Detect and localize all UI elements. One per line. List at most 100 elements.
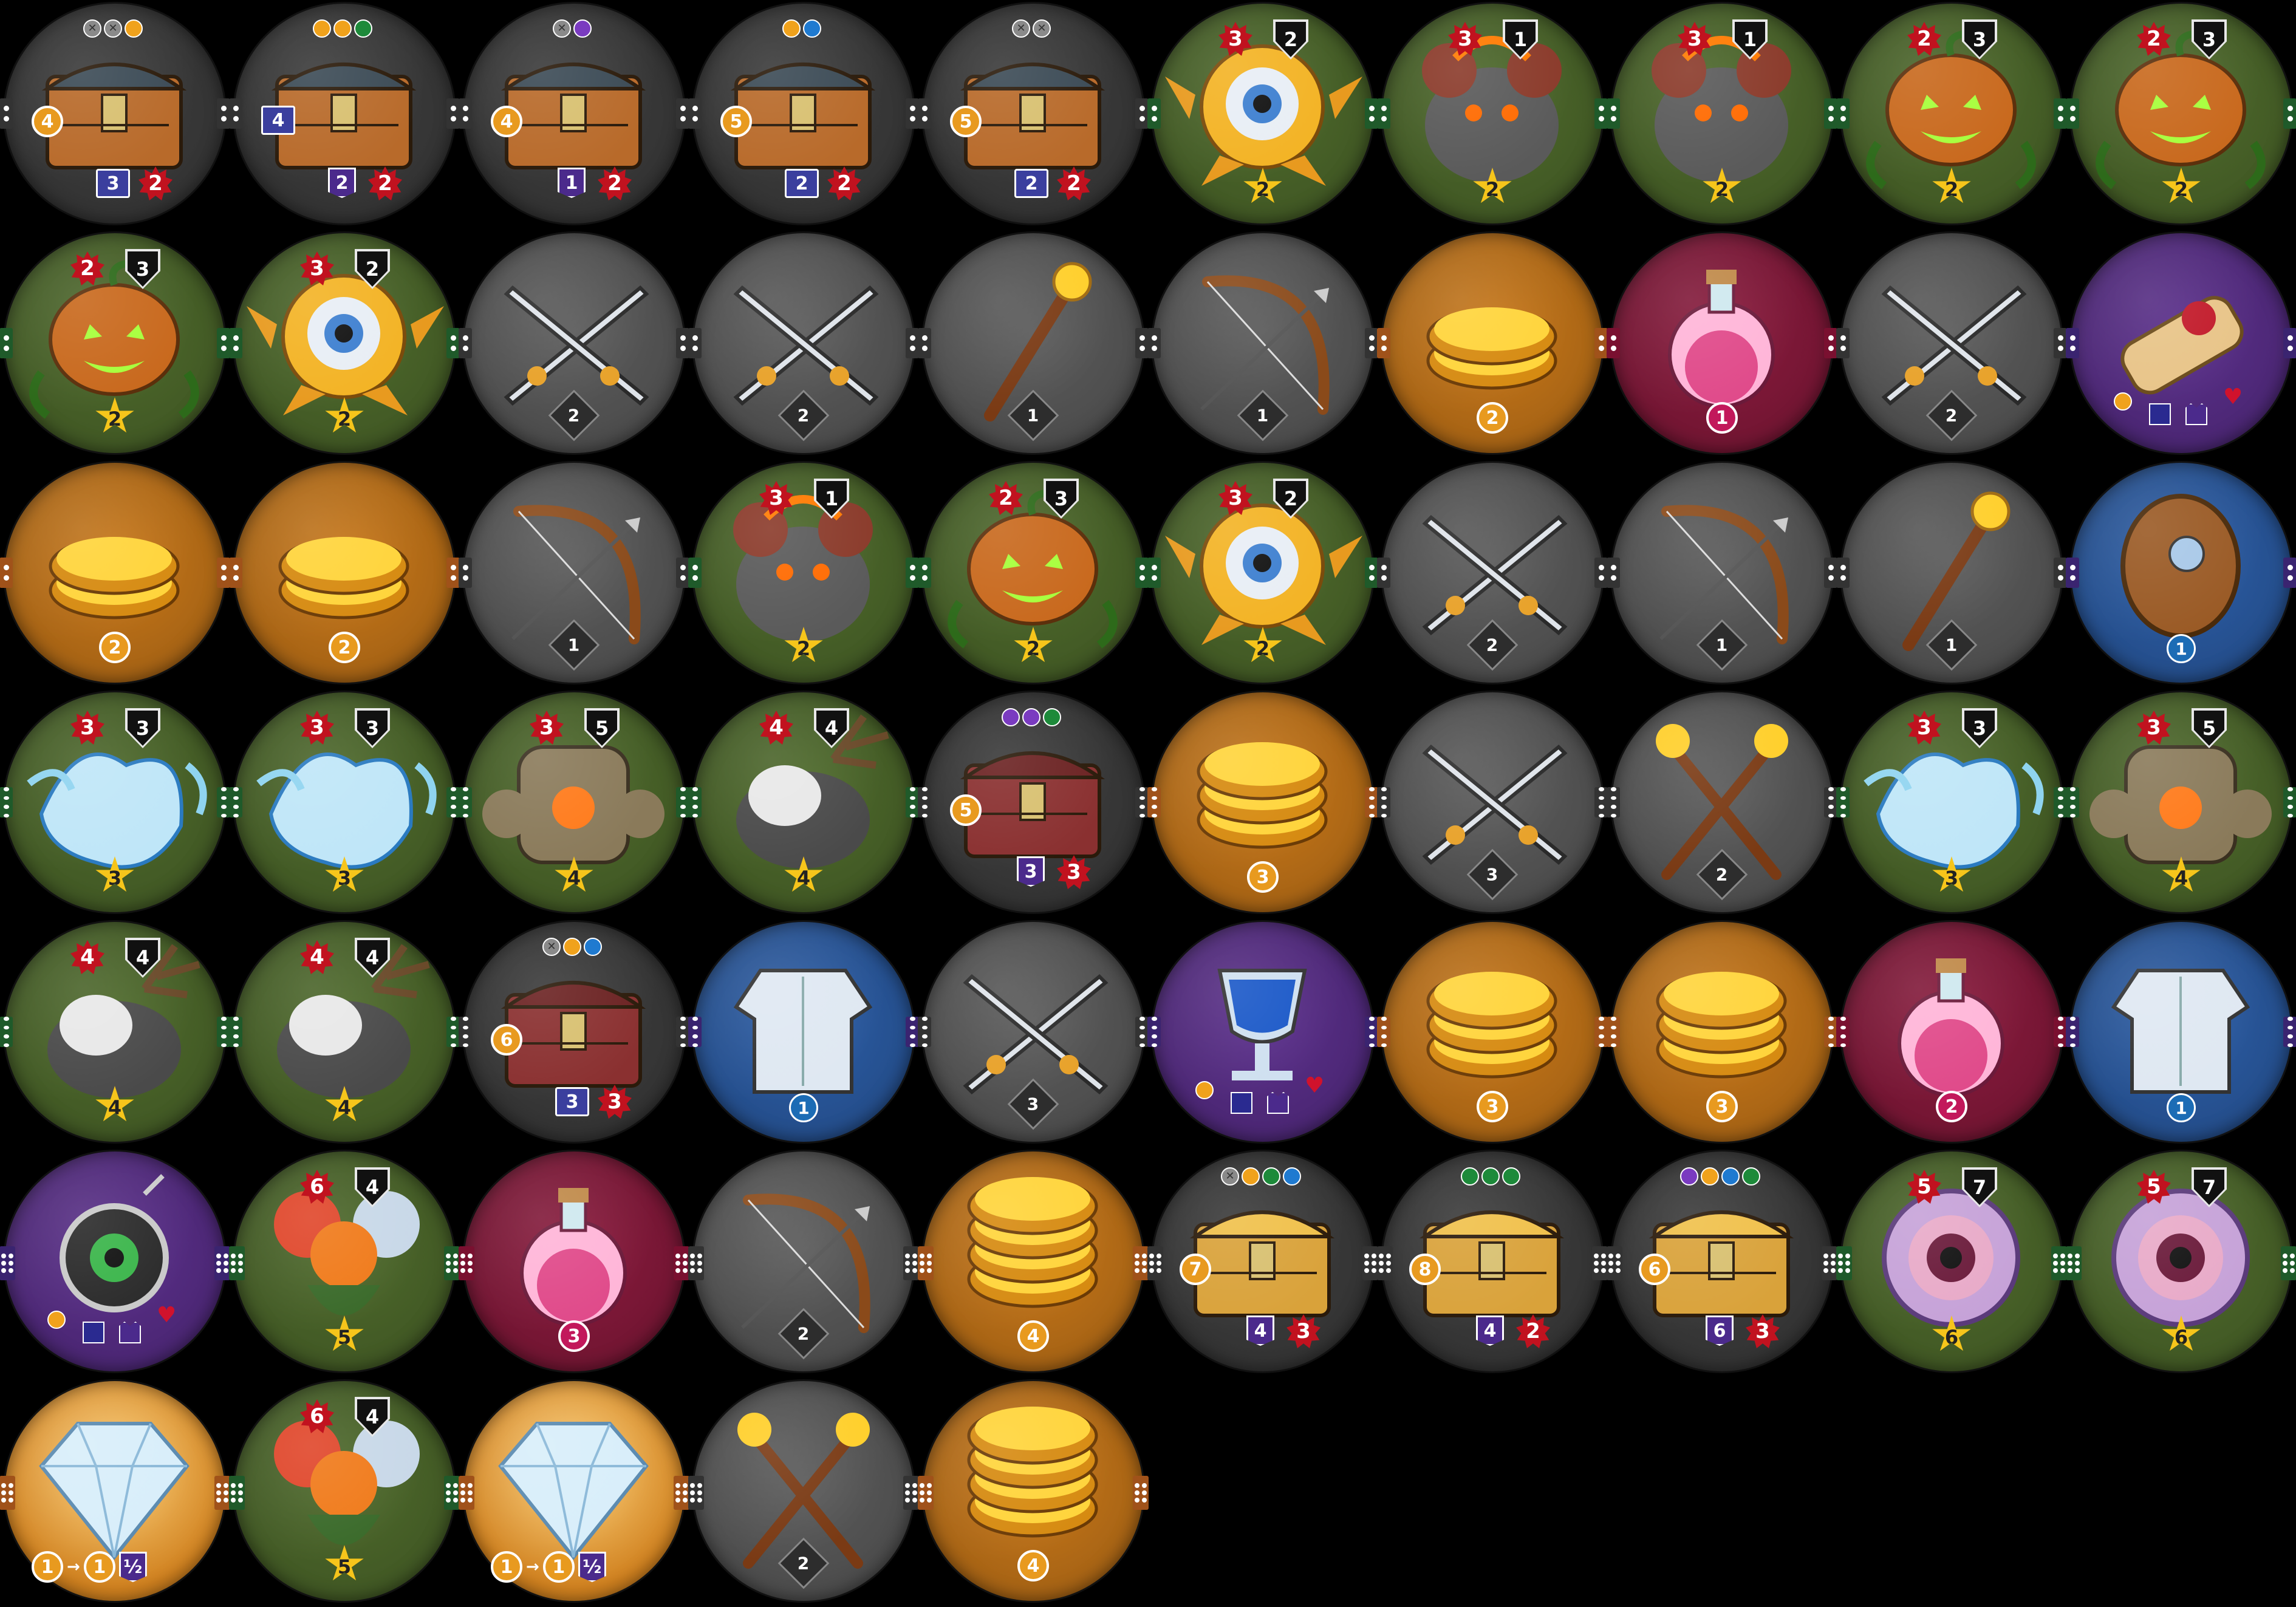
magic-square-icon [2149, 403, 2171, 425]
token-water-spirit-monster[interactable]: 333 [1836, 692, 2067, 912]
orange-coin-icon [333, 19, 352, 38]
orange-coin-icon [313, 19, 331, 38]
token-water-spirit-monster[interactable]: 333 [229, 692, 460, 912]
token-crossed-staffs[interactable]: 2 [688, 1381, 919, 1601]
token-treasure-chest[interactable]: 533 [918, 692, 1149, 912]
edge-pips-right [1594, 328, 1608, 358]
token-treasure-chest[interactable]: ✕ 7 4 3 [1147, 1152, 1378, 1371]
edge-pips-right [2283, 787, 2296, 817]
token-magic-staff[interactable]: 1 [918, 233, 1149, 453]
edge-pips-left [1377, 98, 1390, 129]
cost-badge: 5 [720, 106, 752, 137]
token-chest-armor[interactable]: 1 [2066, 922, 2296, 1142]
edge-pips-left [688, 328, 702, 358]
edge-pips-right [2281, 1246, 2296, 1280]
token-crossed-swords[interactable]: 2 [459, 233, 689, 453]
token-eyeball-monster[interactable]: 322 [229, 233, 460, 453]
token-crossed-swords[interactable]: 2 [1377, 463, 1608, 683]
token-water-spirit-monster[interactable]: 333 [0, 692, 230, 912]
token-treasure-chest[interactable]: ✕ ✕ 5 2 2 [918, 4, 1149, 223]
token-treasure-chest[interactable]: 842 [1377, 1152, 1608, 1371]
edge-pips-right [1824, 558, 1837, 588]
token-silver-goblet[interactable]: ♥ [1147, 922, 1378, 1142]
token-treasure-chest[interactable]: 422 [229, 4, 460, 223]
token-fire-rat-monster[interactable]: 312 [1377, 4, 1608, 223]
token-gold-coins[interactable]: 2 [229, 463, 460, 683]
edge-pips-right [1824, 328, 1837, 358]
token-crossed-swords[interactable]: 2 [688, 233, 919, 453]
token-pumpkin-monster[interactable]: 232 [918, 463, 1149, 683]
token-crossed-swords[interactable]: 3 [918, 922, 1149, 1142]
purple-coin-icon [1680, 1167, 1698, 1186]
token-gold-coins[interactable]: 3 [1377, 922, 1608, 1142]
token-fire-rat-monster[interactable]: 312 [688, 463, 919, 683]
token-antler-beast-monster[interactable]: 444 [0, 922, 230, 1142]
token-crossed-swords[interactable]: 2 [1836, 233, 2067, 453]
token-chest-armor[interactable]: 1 [688, 922, 919, 1142]
token-treasure-chest[interactable]: ✕ 6 3 3 [459, 922, 689, 1142]
token-amulet[interactable]: ♥ [0, 1152, 230, 1371]
token-fire-ice-beast-monster[interactable]: 645 [229, 1152, 460, 1371]
token-fire-ice-beast-monster[interactable]: 645 [229, 1381, 460, 1601]
token-treasure-chest[interactable]: 663 [1607, 1152, 1837, 1371]
token-crossed-swords[interactable]: 3 [1377, 692, 1608, 912]
token-health-potions[interactable]: 3 [459, 1152, 689, 1371]
coin-cost-icon [2114, 392, 2132, 411]
coin-cost-icon [47, 1311, 66, 1329]
edge-pips-left [459, 787, 472, 817]
token-gold-coins[interactable]: 3 [1147, 692, 1378, 912]
potion-value-badge: 3 [558, 1320, 590, 1352]
blocked-coin-icon: ✕ [1033, 19, 1051, 38]
token-gold-coins[interactable]: 2 [1377, 233, 1608, 453]
edge-pips-left [229, 1476, 245, 1510]
token-pumpkin-monster[interactable]: 232 [1836, 4, 2067, 223]
token-bow[interactable]: 1 [459, 463, 689, 683]
edge-pips-left [1377, 558, 1390, 588]
token-antler-beast-monster[interactable]: 444 [688, 692, 919, 912]
edge-pips-right [446, 328, 460, 358]
token-rock-golem-monster[interactable]: 354 [2066, 692, 2296, 912]
token-bow[interactable]: 2 [688, 1152, 919, 1371]
token-treasure-chest[interactable]: ✕ ✕ 4 3 2 [0, 4, 230, 223]
edge-pips-right [1135, 558, 1149, 588]
token-diamond[interactable]: 1 → 1 ½ [0, 1381, 230, 1601]
token-eyeball-monster[interactable]: 322 [1147, 463, 1378, 683]
token-health-potion[interactable]: 1 [1607, 233, 1837, 453]
token-scroll[interactable]: ♥ [2066, 233, 2296, 453]
token-gold-coins[interactable]: 4 [918, 1381, 1149, 1601]
blocked-coin-icon: ✕ [553, 19, 571, 38]
token-worm-maw-monster[interactable]: 576 [1836, 1152, 2067, 1371]
blocked-coin-icon: ✕ [104, 19, 122, 38]
token-crossed-staffs[interactable]: 2 [1607, 692, 1837, 912]
edge-pips-right [906, 558, 919, 588]
token-antler-beast-monster[interactable]: 444 [229, 922, 460, 1142]
green-coin-icon [1481, 1167, 1500, 1186]
token-magic-staff[interactable]: 1 [1836, 463, 2067, 683]
token-pumpkin-monster[interactable]: 232 [0, 233, 230, 453]
token-treasure-chest[interactable]: ✕ 4 1 2 [459, 4, 689, 223]
token-fire-rat-monster[interactable]: 312 [1607, 4, 1837, 223]
token-gold-coins[interactable]: 4 [918, 1152, 1149, 1371]
token-wooden-shield[interactable]: 1 [2066, 463, 2296, 683]
edge-pips-left [1836, 1246, 1852, 1280]
token-bow[interactable]: 1 [1147, 233, 1378, 453]
token-pumpkin-monster[interactable]: 232 [2066, 4, 2296, 223]
token-diamond[interactable]: 1 → 1 ½ [459, 1381, 689, 1601]
edge-pips-right [1135, 787, 1149, 817]
token-worm-maw-monster[interactable]: 576 [2066, 1152, 2296, 1371]
token-bow[interactable]: 1 [1607, 463, 1837, 683]
edge-pips-left [229, 98, 242, 129]
green-coin-icon [354, 19, 372, 38]
heart-icon: ♥ [157, 1303, 177, 1328]
edge-pips-left [229, 1017, 242, 1047]
token-gold-coins[interactable]: 3 [1607, 922, 1837, 1142]
token-eyeball-monster[interactable]: 322 [1147, 4, 1378, 223]
token-treasure-chest[interactable]: 522 [688, 4, 919, 223]
shield-badge: 3 [1017, 856, 1045, 887]
green-coin-icon [1043, 708, 1061, 726]
edge-pips-left [688, 787, 702, 817]
token-health-potions[interactable]: 2 [1836, 922, 2067, 1142]
token-gold-coins[interactable]: 2 [0, 463, 230, 683]
cost-badge: 4 [32, 106, 63, 137]
token-rock-golem-monster[interactable]: 354 [459, 692, 689, 912]
